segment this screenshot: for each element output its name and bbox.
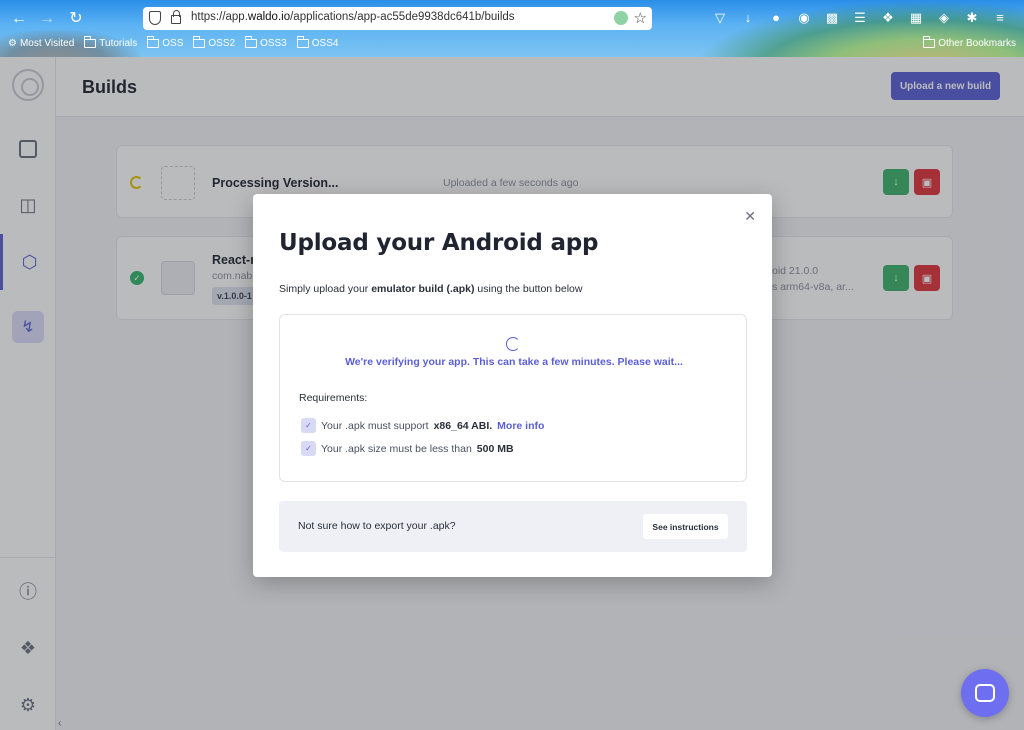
other-bookmarks[interactable]: Other Bookmarks [923,36,1016,49]
chat-icon [975,684,995,702]
gear-icon: ⚙ [8,38,17,49]
pocket-icon[interactable]: ▽ [710,9,730,27]
requirement-item: ✓ Your .apk must support x86_64 ABI. Mor… [301,418,544,433]
reload-icon[interactable]: ↻ [67,10,85,28]
export-question: Not sure how to export your .apk? [298,520,456,532]
extension-icon[interactable]: ● [766,9,786,27]
bookmark-star-icon[interactable]: ☆ [634,9,647,27]
bookmark-folder[interactable]: Tutorials [84,36,137,49]
upload-dropzone[interactable]: We're verifying your app. This can take … [279,314,747,482]
requirement-item: ✓ Your .apk size must be less than 500 M… [301,441,514,456]
forward-icon[interactable]: → [38,10,56,28]
folder-icon [245,36,258,48]
bookmark-folder[interactable]: OSS4 [296,36,338,49]
modal-title: Upload your Android app [279,230,599,256]
checkbox-check-icon: ✓ [301,441,316,456]
modal-intro: Simply upload your emulator build (.apk)… [279,283,583,295]
checkbox-check-icon: ✓ [301,418,316,433]
see-instructions-button[interactable]: See instructions [643,514,728,539]
upload-android-modal: ✕ Upload your Android app Simply upload … [253,194,772,577]
back-icon[interactable]: ← [10,10,28,28]
extension-icon[interactable]: ✱ [962,9,982,27]
extension-icon[interactable]: ◉ [794,9,814,27]
download-icon[interactable]: ↓ [738,9,758,27]
extension-icon[interactable]: ▦ [906,9,926,27]
chat-support-button[interactable] [961,669,1009,717]
url-text: https://app.waldo.io/applications/app-ac… [191,11,515,23]
extension-icon[interactable]: ❖ [878,9,898,27]
folder-icon [193,36,206,48]
folder-icon [84,36,97,48]
tracking-protection-icon[interactable] [149,11,161,25]
folder-icon [923,36,936,48]
folder-icon [296,36,309,48]
menu-icon[interactable]: ≡ [990,9,1010,27]
scroll-left-icon[interactable]: ‹ [58,718,61,729]
close-icon[interactable]: ✕ [744,208,756,225]
address-bar[interactable]: https://app.waldo.io/applications/app-ac… [143,7,652,30]
bookmark-most-visited[interactable]: ⚙ Most Visited [8,38,74,49]
loading-spinner-icon [506,337,520,351]
extensions-toolbar: ▽ ↓ ● ◉ ▩ ☰ ❖ ▦ ◈ ✱ ≡ [710,9,1010,27]
browser-toolbar: ← → ↻ https://app.waldo.io/applications/… [0,0,1024,57]
extension-icon[interactable]: ▩ [822,9,842,27]
reader-extension-icon[interactable] [614,11,628,25]
requirements-heading: Requirements: [299,392,368,404]
more-info-link[interactable]: More info [497,420,544,432]
bookmark-folder[interactable]: OSS2 [193,36,235,49]
export-help-panel: Not sure how to export your .apk? See in… [279,501,747,552]
notes-icon[interactable]: ☰ [850,9,870,27]
folder-icon [147,36,160,48]
bookmark-folder[interactable]: OSS3 [245,36,287,49]
lock-icon[interactable] [171,10,181,24]
bookmarks-bar: ⚙ Most Visited Tutorials OSS OSS2 OSS3 OS… [8,36,338,49]
extension-icon[interactable]: ◈ [934,9,954,27]
verification-status: We're verifying your app. This can take … [345,356,683,368]
bookmark-folder[interactable]: OSS [147,36,183,49]
